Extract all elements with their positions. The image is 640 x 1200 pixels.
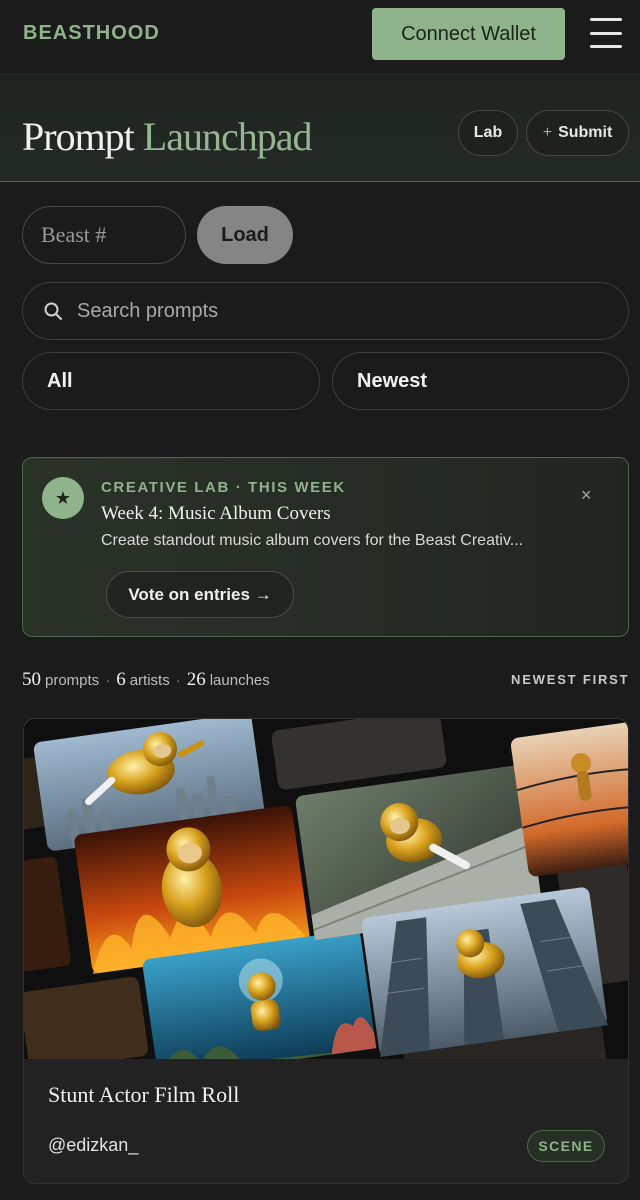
brand-logo[interactable]: BEASTHOOD <box>23 22 160 45</box>
page-title-word-1: Prompt <box>22 114 135 159</box>
load-button[interactable]: Load <box>197 206 293 264</box>
plus-icon: + <box>542 124 553 141</box>
search-bar[interactable] <box>22 282 629 340</box>
lab-button[interactable]: Lab <box>458 110 518 156</box>
star-icon: ★ <box>42 477 84 519</box>
hamburger-icon[interactable] <box>590 18 622 48</box>
hero-banner: Prompt Launchpad Lab + Submit <box>0 76 640 182</box>
artists-label: artists <box>129 672 170 689</box>
card-title[interactable]: Stunt Actor Film Roll <box>48 1082 239 1108</box>
submit-button[interactable]: + Submit <box>526 110 629 156</box>
card-tag-badge: SCENE <box>527 1130 605 1162</box>
page-title-word-2: Launchpad <box>142 114 313 159</box>
creative-lab-description: Create standout music album covers for t… <box>101 532 524 549</box>
menu-line <box>590 31 622 35</box>
category-select[interactable]: All <box>22 352 320 410</box>
artists-count: 6 <box>116 669 126 690</box>
sort-select-value: Newest <box>357 369 428 392</box>
prompts-count: 50 <box>22 669 41 690</box>
sort-select[interactable]: Newest <box>332 352 629 410</box>
search-input[interactable] <box>77 293 597 329</box>
card-author[interactable]: @edizkan_ <box>48 1135 138 1156</box>
creative-lab-week-title: Week 4: Music Album Covers <box>101 503 331 524</box>
card-cover-image <box>24 719 628 1059</box>
sort-order-label[interactable]: NEWEST FIRST <box>511 672 629 687</box>
top-bar: BEASTHOOD Connect Wallet <box>0 0 640 75</box>
menu-line <box>590 45 622 48</box>
separator: · <box>105 672 111 689</box>
menu-line <box>590 18 622 21</box>
launches-label: launches <box>209 672 270 689</box>
separator: · <box>175 672 181 689</box>
search-icon <box>44 302 62 320</box>
launches-count: 26 <box>186 669 206 690</box>
close-icon[interactable]: × <box>581 485 592 506</box>
submit-label: Submit <box>558 124 613 141</box>
page-title: Prompt Launchpad <box>22 113 312 160</box>
vote-on-entries-button[interactable]: Vote on entries → <box>106 571 294 618</box>
creative-lab-banner: ★ CREATIVE LAB · THIS WEEK Week 4: Music… <box>22 457 629 637</box>
prompt-card[interactable]: Stunt Actor Film Roll @edizkan_ SCENE <box>23 718 629 1184</box>
stats-summary: 50 prompts · 6 artists · 26 launches <box>22 669 270 691</box>
prompts-label: prompts <box>45 672 100 689</box>
beast-number-input[interactable] <box>22 206 186 264</box>
creative-lab-kicker: CREATIVE LAB · THIS WEEK <box>101 479 346 496</box>
connect-wallet-button[interactable]: Connect Wallet <box>372 8 565 60</box>
category-select-value: All <box>47 369 73 392</box>
